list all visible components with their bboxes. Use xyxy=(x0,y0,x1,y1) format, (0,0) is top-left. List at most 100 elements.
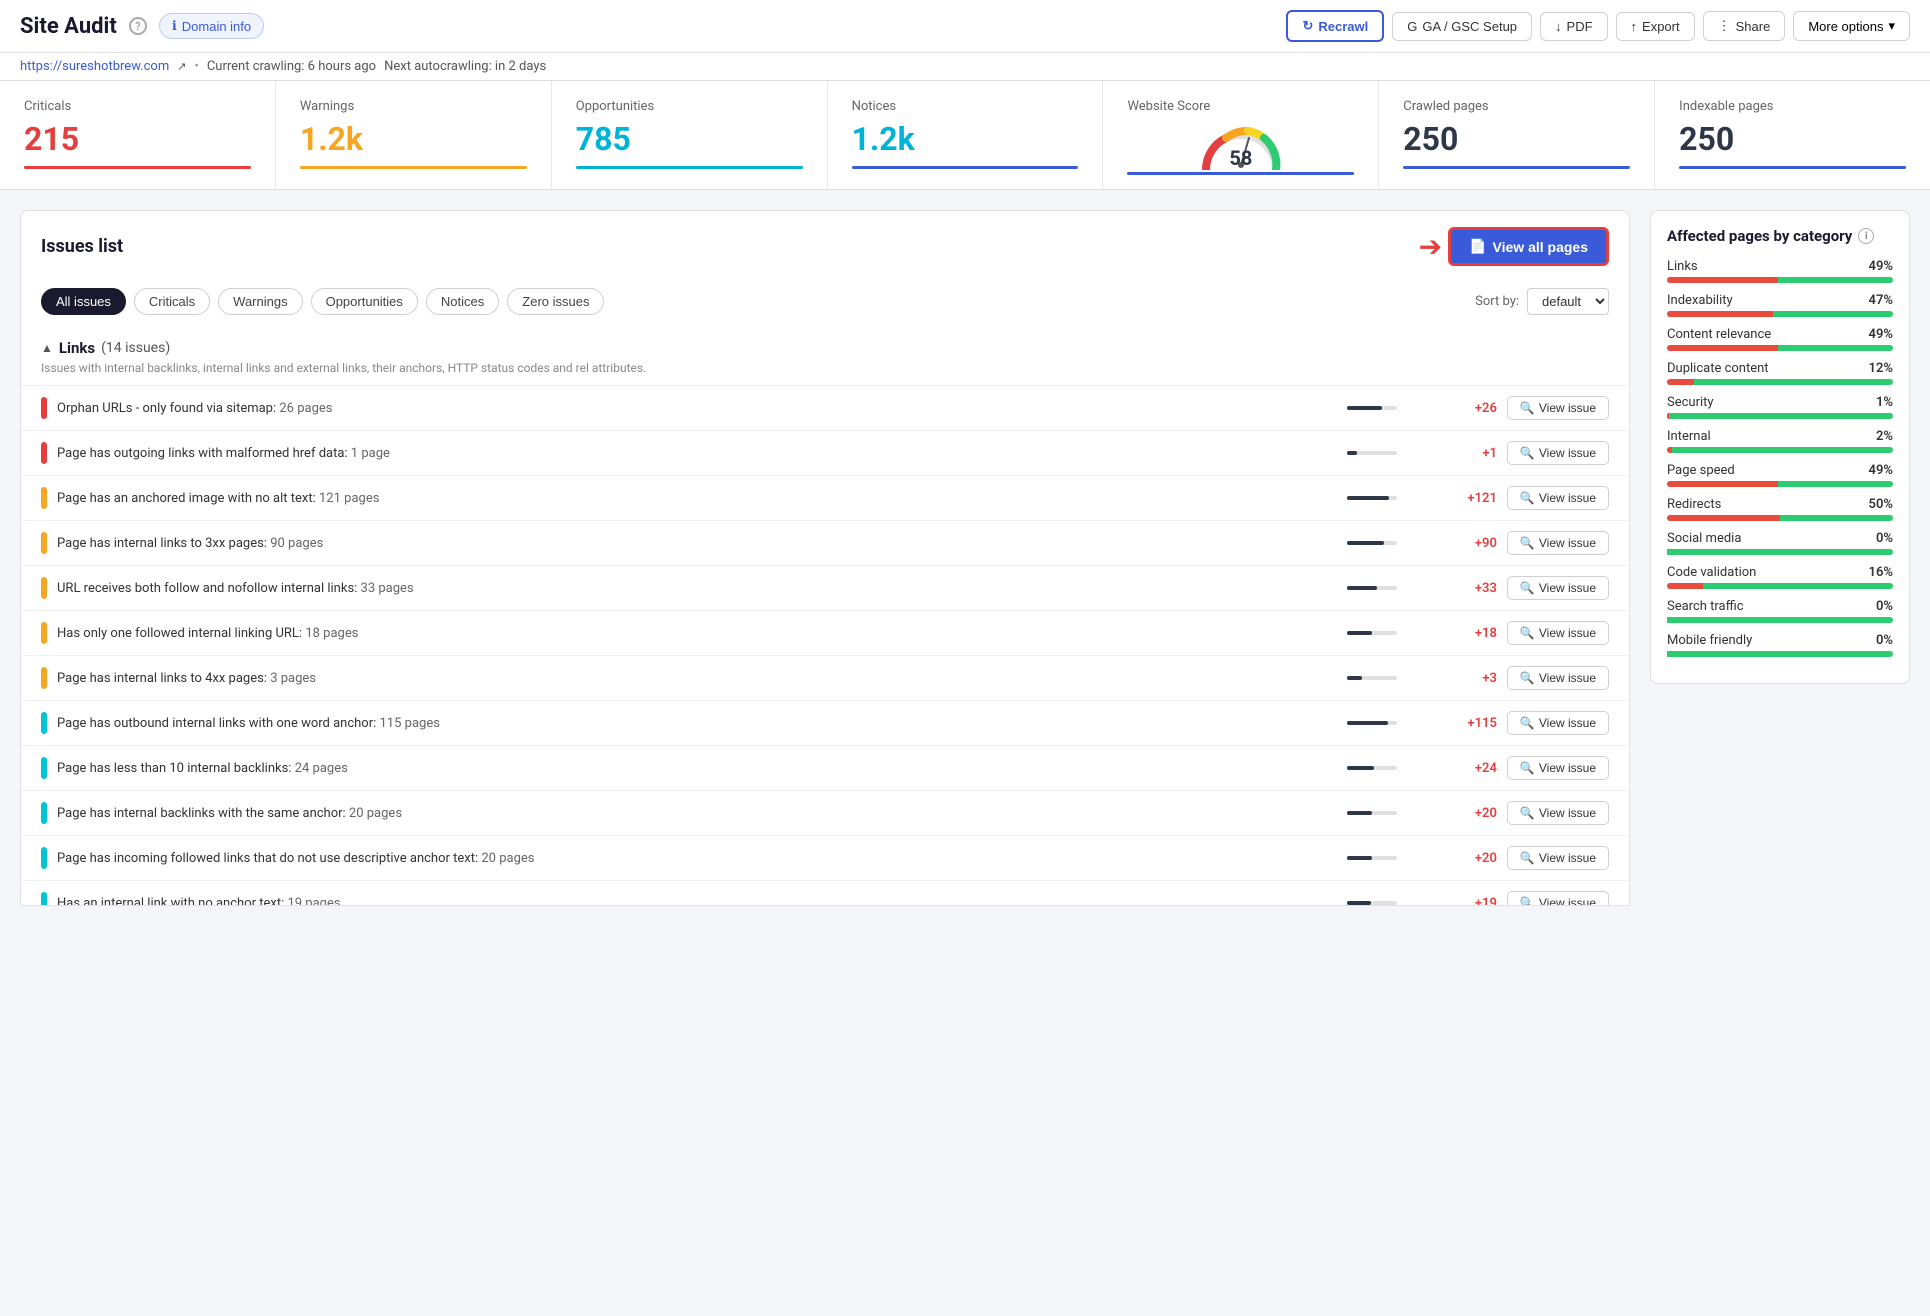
stat-label: Warnings xyxy=(300,99,527,114)
recrawl-button[interactable]: ↻ Recrawl xyxy=(1286,10,1384,42)
view-issue-button[interactable]: 🔍 View issue xyxy=(1507,891,1609,905)
view-issue-button[interactable]: 🔍 View issue xyxy=(1507,846,1609,870)
collapse-icon[interactable]: ▲ xyxy=(41,341,53,355)
sort-label: Sort by: xyxy=(1475,294,1519,309)
view-issue-button[interactable]: 🔍 View issue xyxy=(1507,576,1609,600)
domain-info-button[interactable]: ℹ Domain info xyxy=(159,13,264,39)
affected-pct: 47% xyxy=(1869,293,1893,308)
sub-header: https://sureshotbrew.com ↗ • Current cra… xyxy=(0,53,1930,81)
affected-pct: 16% xyxy=(1869,565,1893,580)
affected-info-icon[interactable]: i xyxy=(1858,228,1874,244)
right-panel: Affected pages by category i Links 49% I… xyxy=(1650,210,1910,1296)
issue-bar-track xyxy=(1347,766,1397,770)
issue-pages: 18 pages xyxy=(305,626,358,641)
issue-bar-track xyxy=(1347,676,1397,680)
filter-tab-zero-issues[interactable]: Zero issues xyxy=(507,288,604,315)
issue-severity-indicator xyxy=(41,442,47,464)
view-issue-button[interactable]: 🔍 View issue xyxy=(1507,396,1609,420)
issue-bar-fill xyxy=(1347,901,1371,905)
search-icon: 🔍 xyxy=(1520,581,1535,595)
issue-bar xyxy=(1347,676,1427,680)
affected-bar-red xyxy=(1667,277,1778,283)
view-all-pages-button[interactable]: 📄 View all pages xyxy=(1448,227,1609,266)
ga-gsc-button[interactable]: G GA / GSC Setup xyxy=(1392,12,1532,41)
gauge-container: 58 xyxy=(1127,120,1354,172)
issue-bar-track xyxy=(1347,856,1397,860)
affected-panel: Affected pages by category i Links 49% I… xyxy=(1650,210,1910,684)
affected-pct: 1% xyxy=(1876,395,1893,410)
issue-bar-track xyxy=(1347,541,1397,545)
search-icon: 🔍 xyxy=(1520,536,1535,550)
site-url-link[interactable]: https://sureshotbrew.com xyxy=(20,59,169,74)
view-issue-button[interactable]: 🔍 View issue xyxy=(1507,486,1609,510)
affected-bar-green xyxy=(1667,549,1893,555)
filter-tab-warnings[interactable]: Warnings xyxy=(218,288,302,315)
issue-pages: 115 pages xyxy=(380,716,440,731)
issue-pages: 26 pages xyxy=(279,401,332,416)
affected-category-row: Security 1% xyxy=(1667,395,1893,419)
issue-pages: 90 pages xyxy=(270,536,323,551)
filter-row: All issues Criticals Warnings Opportunities… xyxy=(20,278,1630,325)
affected-label: Mobile friendly xyxy=(1667,633,1752,648)
stat-card-crawled-pages: Crawled pages 250 xyxy=(1379,81,1655,189)
view-issue-button[interactable]: 🔍 View issue xyxy=(1507,531,1609,555)
stat-card-warnings: Warnings 1.2k xyxy=(276,81,552,189)
affected-label: Code validation xyxy=(1667,565,1756,580)
issue-severity-indicator xyxy=(41,802,47,824)
affected-bar xyxy=(1667,617,1893,623)
affected-category-row: Duplicate content 12% xyxy=(1667,361,1893,385)
issue-bar-fill xyxy=(1347,631,1372,635)
affected-label: Social media xyxy=(1667,531,1741,546)
stat-label: Notices xyxy=(852,99,1079,114)
issue-bar-track xyxy=(1347,406,1397,410)
stat-bar xyxy=(1679,166,1906,169)
affected-bar xyxy=(1667,481,1893,487)
issue-severity-indicator xyxy=(41,622,47,644)
filter-tab-opportunities[interactable]: Opportunities xyxy=(311,288,418,315)
view-issue-button[interactable]: 🔍 View issue xyxy=(1507,711,1609,735)
issue-row: Has an internal link with no anchor text… xyxy=(21,880,1629,905)
filter-tab-all-issues[interactable]: All issues xyxy=(41,288,126,315)
share-button[interactable]: ⋮ Share xyxy=(1703,11,1786,41)
issue-bar xyxy=(1347,496,1427,500)
search-icon: 🔍 xyxy=(1520,446,1535,460)
export-button[interactable]: ↑ Export xyxy=(1616,12,1695,41)
issue-delta: +24 xyxy=(1437,761,1497,776)
issue-text: Page has an anchored image with no alt t… xyxy=(57,491,1337,506)
affected-category-row: Search traffic 0% xyxy=(1667,599,1893,623)
view-issue-button[interactable]: 🔍 View issue xyxy=(1507,666,1609,690)
pdf-button[interactable]: ↓ PDF xyxy=(1540,12,1608,41)
view-issue-button[interactable]: 🔍 View issue xyxy=(1507,621,1609,645)
affected-bar-green xyxy=(1669,413,1893,419)
more-options-button[interactable]: More options ▾ xyxy=(1793,11,1910,41)
affected-category-row: Redirects 50% xyxy=(1667,497,1893,521)
help-icon[interactable]: ? xyxy=(129,17,147,35)
stat-value: 250 xyxy=(1403,120,1630,158)
stat-value: 785 xyxy=(576,120,803,158)
next-crawling: Next autocrawling: in 2 days xyxy=(384,59,546,74)
issue-row: Page has an anchored image with no alt t… xyxy=(21,475,1629,520)
affected-bar-green xyxy=(1780,515,1893,521)
issue-row: URL receives both follow and nofollow in… xyxy=(21,565,1629,610)
view-issue-button[interactable]: 🔍 View issue xyxy=(1507,756,1609,780)
affected-label: Links xyxy=(1667,259,1698,274)
issue-severity-indicator xyxy=(41,847,47,869)
sort-select[interactable]: default xyxy=(1527,288,1609,315)
page-icon: 📄 xyxy=(1469,238,1486,255)
filter-tab-notices[interactable]: Notices xyxy=(426,288,499,315)
issue-pages: 19 pages xyxy=(287,896,340,906)
filter-tab-criticals[interactable]: Criticals xyxy=(134,288,210,315)
issue-delta: +115 xyxy=(1437,716,1497,731)
stat-card-opportunities: Opportunities 785 xyxy=(552,81,828,189)
view-issue-button[interactable]: 🔍 View issue xyxy=(1507,441,1609,465)
affected-pct: 12% xyxy=(1869,361,1893,376)
view-issue-button[interactable]: 🔍 View issue xyxy=(1507,801,1609,825)
search-icon: 🔍 xyxy=(1520,671,1535,685)
external-link-icon: ↗ xyxy=(177,60,186,73)
stat-card-indexable-pages: Indexable pages 250 xyxy=(1655,81,1930,189)
pdf-icon: ↓ xyxy=(1555,19,1562,34)
issue-delta: +20 xyxy=(1437,851,1497,866)
stat-bar xyxy=(852,166,1079,169)
affected-bar xyxy=(1667,413,1893,419)
search-icon: 🔍 xyxy=(1520,401,1535,415)
